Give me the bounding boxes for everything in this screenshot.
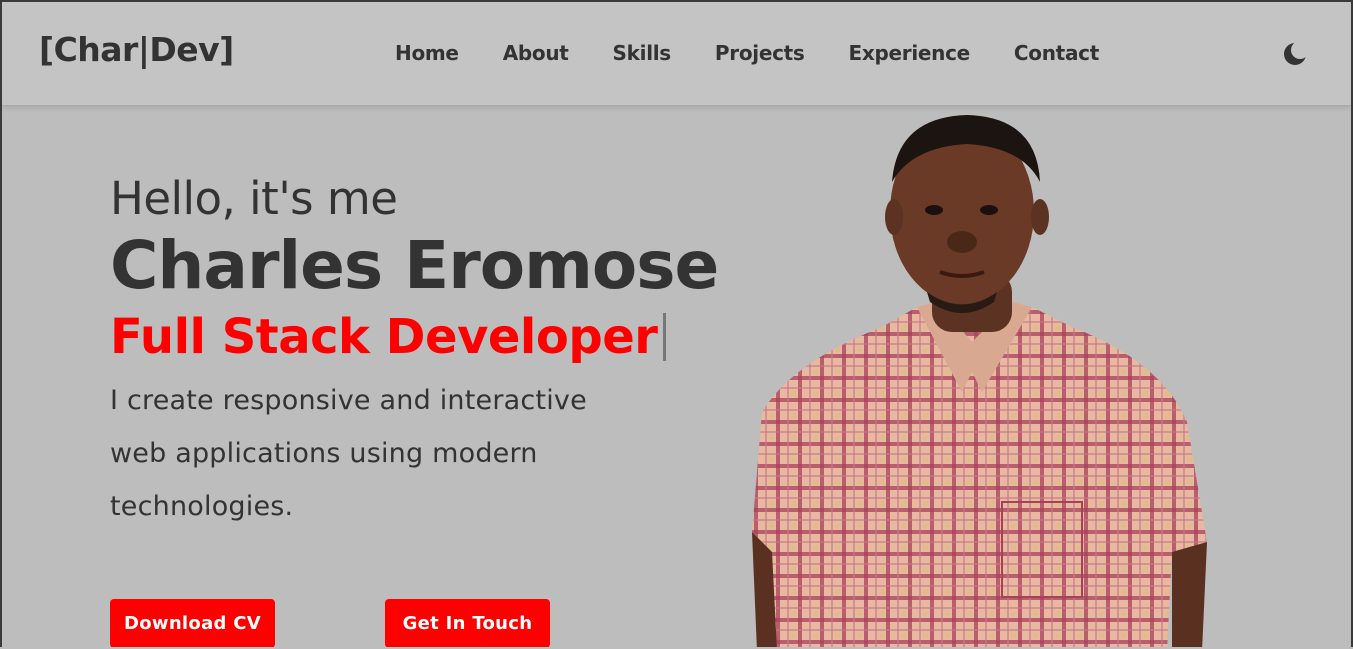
hero-description: I create responsive and interactive web …	[110, 385, 587, 523]
nav-link-contact[interactable]: Contact	[1014, 41, 1099, 65]
nav-link-experience[interactable]: Experience	[849, 41, 971, 65]
nav-link-about[interactable]: About	[503, 41, 569, 65]
typing-cursor	[663, 313, 667, 362]
profile-photo	[732, 112, 1212, 647]
hero-role-text: Full Stack Developer	[110, 308, 658, 365]
get-in-touch-button[interactable]: Get In Touch	[385, 599, 550, 647]
moon-icon[interactable]	[1282, 41, 1309, 67]
hero-role: Full Stack Developer	[110, 309, 718, 367]
logo[interactable]: [Char|Dev]	[39, 30, 234, 69]
nav-link-skills[interactable]: Skills	[613, 41, 672, 65]
hero-name: Charles Eromose	[110, 227, 719, 304]
page-frame: [Char|Dev] Home About Skills Projects Ex…	[0, 0, 1353, 647]
nav-link-home[interactable]: Home	[395, 41, 459, 65]
hero-greeting: Hello, it's me	[110, 172, 398, 225]
download-cv-button[interactable]: Download CV	[110, 599, 275, 647]
nav-links: Home About Skills Projects Experience Co…	[395, 41, 1143, 65]
nav-link-projects[interactable]: Projects	[715, 41, 805, 65]
navbar: [Char|Dev] Home About Skills Projects Ex…	[2, 2, 1351, 105]
hero-section: Hello, it's me Charles Eromose Full Stac…	[110, 172, 719, 533]
